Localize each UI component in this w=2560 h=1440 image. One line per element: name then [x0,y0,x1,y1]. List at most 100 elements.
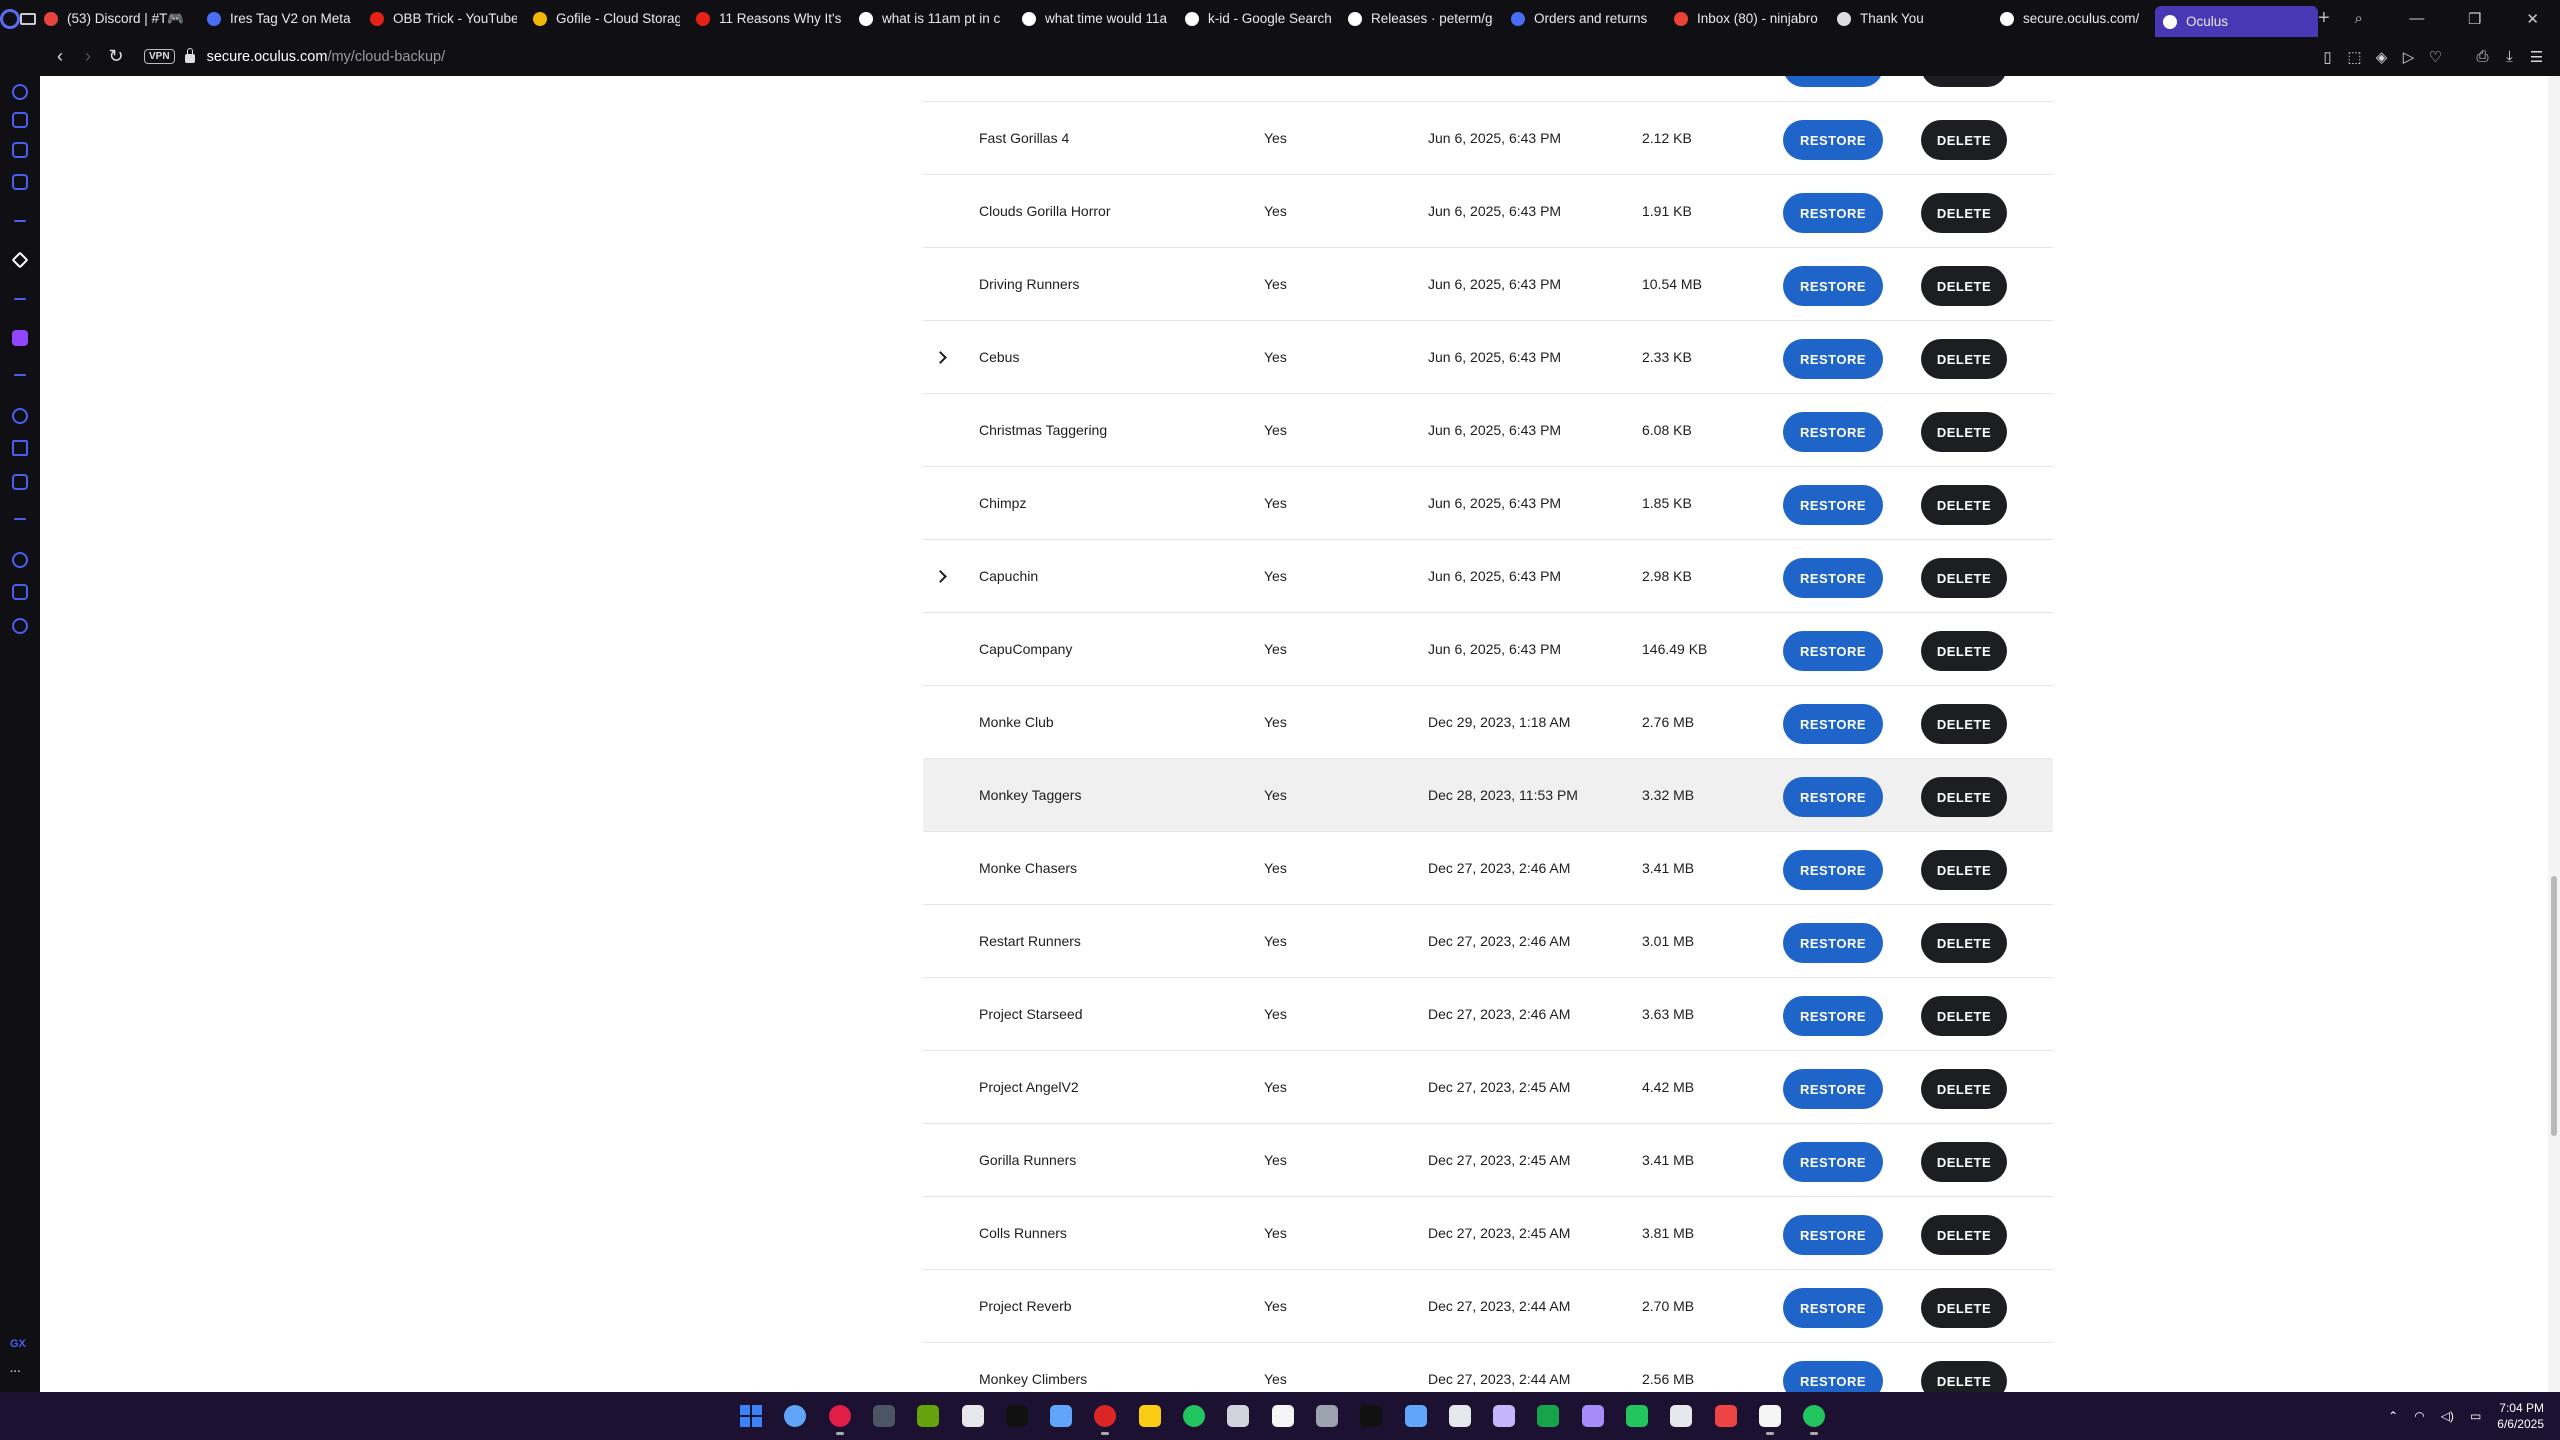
restore-button[interactable]: RESTORE [1783,923,1883,963]
bookmark-icon[interactable]: ▯ [2314,48,2341,66]
app-icon[interactable] [1315,1405,1338,1427]
app-icon[interactable] [1758,1405,1781,1435]
new-tab-button[interactable]: + [2318,7,2330,30]
browser-tab[interactable]: OBB Trick - YouTube [362,0,525,37]
delete-button[interactable]: DELETE [1921,777,2007,817]
sidebar-flow-icon[interactable] [12,440,28,456]
sidebar-app-icon[interactable] [11,251,29,269]
spotify-icon[interactable] [1183,1405,1205,1427]
browser-tab[interactable]: (53) Discord | #T🎮 [36,0,199,37]
restore-button[interactable]: RESTORE [1783,339,1883,379]
search-icon[interactable] [784,1405,807,1427]
tiktok-icon[interactable] [1005,1405,1028,1427]
tab-manager-icon[interactable] [20,0,36,37]
url-field[interactable]: secure.oculus.com/my/cloud-backup/ [207,49,446,65]
app-icon[interactable] [1626,1405,1648,1427]
sidebar-aria-icon[interactable] [12,84,28,100]
battery-icon[interactable]: ▭ [2470,1409,2481,1423]
scrollbar-thumb[interactable] [2551,876,2557,1136]
page-scrollbar[interactable] [2548,76,2560,1392]
extensions-icon[interactable] [12,584,28,600]
restore-button[interactable]: RESTORE [1783,631,1883,671]
restore-button[interactable]: RESTORE [1783,76,1883,87]
more-icon[interactable]: ··· [10,1366,21,1378]
restore-button[interactable]: RESTORE [1783,1142,1883,1182]
restore-button[interactable]: RESTORE [1783,558,1883,598]
opera-logo-icon[interactable] [0,0,20,37]
volume-icon[interactable]: ◁) [2441,1409,2454,1423]
delete-button[interactable]: DELETE [1921,1288,2007,1328]
sidebar-app-icon[interactable] [12,142,28,158]
delete-button[interactable]: DELETE [1921,923,2007,963]
delete-button[interactable]: DELETE [1921,266,2007,306]
restore-button[interactable]: RESTORE [1783,485,1883,525]
browser-tab[interactable]: Ires Tag V2 on Meta [199,0,362,37]
game-icon[interactable] [917,1405,940,1427]
sidebar-player-icon[interactable] [12,408,28,424]
back-icon[interactable]: ‹ [46,46,74,67]
maximize-icon[interactable]: ❐ [2446,10,2504,28]
settings-icon[interactable] [12,618,28,634]
opera-icon[interactable] [828,1405,851,1435]
browser-tab[interactable]: Releases · peterm/g [1340,0,1503,37]
heart-icon[interactable]: ♡ [2422,48,2449,66]
minecraft-icon[interactable] [1537,1405,1560,1427]
wallet-icon[interactable]: ⎙ [2469,48,2496,65]
app-icon[interactable] [1404,1405,1427,1427]
browser-tab[interactable]: Gofile - Cloud Storag [525,0,688,37]
browser-tab[interactable]: 11 Reasons Why It's [688,0,851,37]
player-icon[interactable]: ▷ [2395,48,2422,66]
delete-button[interactable]: DELETE [1921,339,2007,379]
delete-button[interactable]: DELETE [1921,412,2007,452]
browser-tab[interactable]: what is 11am pt in c [851,0,1014,37]
app-icon[interactable] [1271,1405,1294,1427]
delete-button[interactable]: DELETE [1921,193,2007,233]
terminal-icon[interactable] [961,1405,984,1427]
browser-tab[interactable]: Oculus [2155,6,2318,37]
delete-button[interactable]: DELETE [1921,704,2007,744]
windows-start-icon[interactable] [740,1405,762,1427]
forward-icon[interactable]: › [74,46,102,67]
restore-button[interactable]: RESTORE [1783,704,1883,744]
history-icon[interactable] [12,552,28,568]
browser-tab[interactable]: k-id - Google Search [1177,0,1340,37]
taskbar-clock[interactable]: 7:04 PM 6/6/2025 [2497,1400,2544,1432]
store-icon[interactable] [1050,1405,1073,1427]
gx-icon[interactable]: GX [10,1338,26,1350]
twitch-icon[interactable] [12,330,28,346]
restore-button[interactable]: RESTORE [1783,777,1883,817]
folder-icon[interactable] [1581,1405,1604,1427]
app-icon[interactable] [1493,1405,1516,1427]
notepad-icon[interactable] [1227,1405,1250,1427]
github-icon[interactable] [1448,1405,1471,1427]
app-icon[interactable] [872,1405,895,1427]
restore-button[interactable]: RESTORE [1783,1288,1883,1328]
reload-icon[interactable]: ↻ [102,46,130,67]
opera-gx-icon[interactable] [1094,1405,1117,1435]
lock-icon[interactable] [184,48,195,63]
delete-button[interactable]: DELETE [1921,631,2007,671]
browser-tab[interactable]: Inbox (80) - ninjabro [1666,0,1829,37]
shield-icon[interactable]: ◈ [2368,48,2395,66]
wifi-icon[interactable]: ◠ [2414,1409,2424,1423]
browser-tab[interactable]: what time would 11a [1014,0,1177,37]
restore-button[interactable]: RESTORE [1783,412,1883,452]
restore-button[interactable]: RESTORE [1783,1215,1883,1255]
delete-button[interactable]: DELETE [1921,485,2007,525]
delete-button[interactable]: DELETE [1921,1361,2007,1392]
browser-tab[interactable]: Orders and returns [1503,0,1666,37]
restore-button[interactable]: RESTORE [1783,193,1883,233]
chevron-right-icon[interactable] [934,540,949,612]
sidebar-app-icon[interactable] [12,174,28,190]
xbox-icon[interactable] [1803,1405,1826,1435]
app-icon[interactable] [1670,1405,1693,1427]
vpn-badge[interactable]: VPN [144,49,175,64]
sidebar-app-icon[interactable] [12,112,28,128]
minimize-icon[interactable]: — [2388,10,2446,27]
chevron-right-icon[interactable] [934,321,949,393]
delete-button[interactable]: DELETE [1921,120,2007,160]
delete-button[interactable]: DELETE [1921,76,2007,87]
browser-tab[interactable]: Thank You [1829,0,1992,37]
menu-icon[interactable]: ☰ [2523,48,2550,66]
tray-overflow-icon[interactable]: ⌃ [2388,1409,2398,1423]
